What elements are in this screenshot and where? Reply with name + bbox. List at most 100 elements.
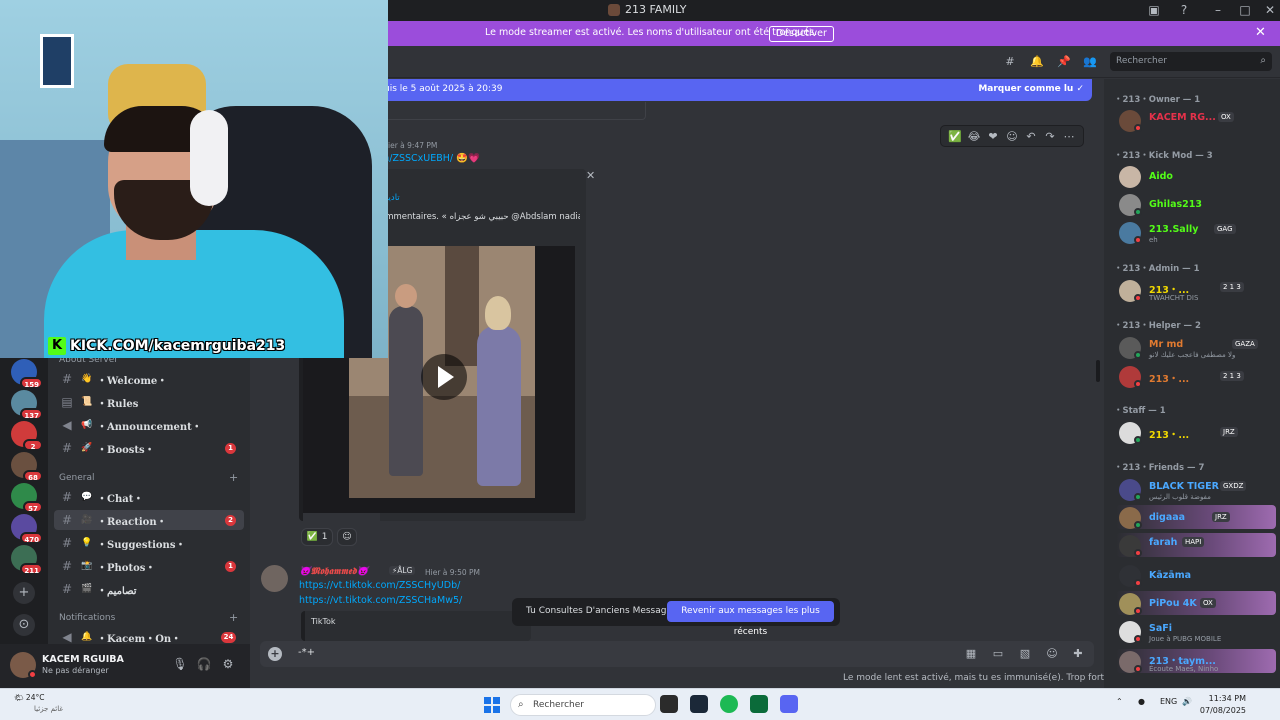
gear-icon[interactable]: ⚙ (220, 656, 236, 672)
message-composer[interactable]: + -*+ ▦ ▭ ▧ ☺ ✚ (260, 641, 1094, 667)
add-reaction-icon[interactable]: ☺ (1004, 130, 1020, 143)
channel-designs[interactable]: # 🎬 ・تصاميم (54, 579, 244, 599)
channel-announcement[interactable]: ◀ 📢 ・Announcement・ (54, 415, 244, 435)
server-icon-3[interactable]: 2 (11, 421, 43, 451)
heart-reaction-icon[interactable]: ❤ (985, 130, 1001, 143)
embed-close-icon[interactable]: ✕ (586, 169, 595, 182)
channel-emoji: 📜 (81, 397, 93, 407)
add-channel-icon[interactable]: + (229, 611, 238, 624)
channel-rules[interactable]: ▤ 📜 ・Rules (54, 392, 244, 412)
member-farah[interactable]: farah HAPI (1116, 533, 1276, 557)
server-icon-5[interactable]: 57 (11, 483, 43, 513)
server-icon-6[interactable]: 470 (11, 514, 43, 544)
add-reaction-button[interactable]: ☺ (337, 528, 357, 546)
check-reaction-icon[interactable]: ✅ (947, 130, 963, 143)
add-channel-icon[interactable]: + (229, 471, 238, 484)
member-helper-2[interactable]: 213・... 2 1 3 (1116, 364, 1276, 388)
language-indicator[interactable]: ENG (1160, 697, 1177, 706)
jump-to-present-button[interactable]: Revenir aux messages les plus récents (667, 601, 834, 637)
headphones-icon[interactable]: 🎧 (196, 656, 212, 672)
members-icon[interactable]: 👥 (1082, 54, 1098, 70)
discover-icon[interactable]: ⊙ (13, 614, 35, 636)
start-button[interactable] (484, 697, 500, 713)
composer-text[interactable]: -*+ (298, 647, 315, 658)
threads-icon[interactable]: # (1002, 54, 1018, 70)
reaction-check[interactable]: ✅ 1 (301, 528, 333, 546)
message-author[interactable]: 👿𝕸𝖔𝖍𝖆𝖒𝖒𝖊𝖉👿 (299, 566, 368, 577)
file-explorer-icon[interactable] (660, 695, 678, 713)
new-messages-bar[interactable]: uis le 5 août 2025 à 20:39 Marquer comme… (380, 79, 1092, 101)
forward-icon[interactable]: ↷ (1042, 130, 1058, 143)
reply-icon[interactable]: ↶ (1023, 130, 1039, 143)
inbox-icon[interactable]: ▣ (1146, 2, 1162, 18)
server-icon-7[interactable]: 211 (11, 545, 43, 575)
banner-close-icon[interactable]: ✕ (1255, 25, 1266, 40)
scrollbar[interactable] (1094, 102, 1102, 642)
emoji-icon[interactable]: ☺ (1044, 646, 1060, 662)
upload-plus-icon[interactable]: + (268, 647, 282, 661)
spotify-icon[interactable] (720, 695, 738, 713)
gif-icon[interactable]: ▭ (990, 646, 1006, 662)
close-window-icon[interactable]: ✕ (1262, 2, 1278, 18)
weather-widget[interactable]: 🌤 24°C (14, 693, 44, 702)
search-input[interactable]: Rechercher ⌕ (1110, 52, 1272, 71)
channel-boosts[interactable]: # 🚀 ・Boosts・ 1 (54, 438, 244, 458)
channel-photos[interactable]: # 📸 ・Photos・ 1 (54, 556, 244, 576)
channel-reaction[interactable]: # 🎥 ・Reaction・ 2 (54, 510, 244, 530)
disable-streamer-button[interactable]: Désactiver (769, 26, 834, 42)
clock-time[interactable]: 11:34 PM (1196, 694, 1246, 703)
member-ghilas[interactable]: Ghilas213 (1116, 192, 1276, 216)
app-icon[interactable] (750, 695, 768, 713)
message-link[interactable]: m/ZSSCxUEBH/ 🤩💗 (380, 153, 480, 164)
clock-date[interactable]: 07/08/2025 (1196, 706, 1246, 715)
member-aido[interactable]: Aido (1116, 164, 1276, 188)
member-kazama[interactable]: Kāzāma (1116, 563, 1276, 587)
minimize-icon[interactable]: – (1210, 2, 1226, 18)
member-digaaa[interactable]: digaaa JRZ (1116, 505, 1276, 529)
play-icon[interactable] (421, 354, 467, 400)
member-pipou[interactable]: PiPou 4K OX (1116, 591, 1276, 615)
member-sally[interactable]: 213.Sally GAG eh (1116, 220, 1276, 244)
avatar[interactable] (261, 565, 288, 592)
laugh-reaction-icon[interactable]: 😂 (966, 130, 982, 143)
taskbar-search[interactable]: ⌕ Rechercher (510, 694, 656, 716)
member-black-tiger[interactable]: BLACK TIGER GXDZ مفوضة قلوب الرئيس (1116, 477, 1276, 501)
message-link[interactable]: https://vt.tiktok.com/ZSSCHaMw5/ (299, 595, 462, 606)
window-title: 213 FAMILY (608, 3, 686, 16)
gift-icon[interactable]: ▦ (963, 646, 979, 662)
sticker-icon[interactable]: ▧ (1017, 646, 1033, 662)
tray-app-icon[interactable]: ● (1138, 697, 1145, 706)
add-server-button[interactable]: + (13, 582, 35, 604)
member-admin[interactable]: 213・... 2 1 3 TWAHCHT DIS (1116, 278, 1276, 302)
category-general[interactable]: General (59, 473, 94, 483)
steam-icon[interactable] (690, 695, 708, 713)
bell-icon[interactable]: 🔔 (1029, 54, 1045, 70)
help-icon[interactable]: ? (1176, 2, 1192, 18)
message-link[interactable]: https://vt.tiktok.com/ZSSCHyUDb/ (299, 580, 460, 591)
hash-icon: # (61, 490, 73, 504)
microphone-icon[interactable]: 🎙 (172, 656, 188, 672)
maximize-icon[interactable]: □ (1237, 2, 1253, 18)
pin-icon[interactable]: 📌 (1056, 54, 1072, 70)
server-icon-1[interactable]: 159 (11, 359, 43, 389)
volume-icon[interactable]: 🔊 (1182, 697, 1192, 706)
discord-window: 213 FAMILY ▣ ? – □ ✕ Le mode streamer es… (0, 0, 1280, 720)
discord-icon[interactable] (780, 695, 798, 713)
server-icon-4[interactable]: 68 (11, 452, 43, 482)
server-icon-2[interactable]: 137 (11, 390, 43, 420)
scrollbar-thumb[interactable] (1096, 360, 1100, 382)
member-safi[interactable]: SaFi Joue à PUBG MOBILE (1116, 619, 1276, 643)
channel-welcome[interactable]: # 👋 ・Welcome・ (54, 369, 244, 389)
member-taym[interactable]: 213・taym... Écoute Maes, Ninho (1116, 649, 1276, 673)
member-mrmd[interactable]: Mr md GAZA ولا مصطفى فاعجب عليك لانو (1116, 335, 1276, 359)
server-tag[interactable]: ⚡ÅLG (389, 566, 416, 575)
tray-expand-icon[interactable]: ⌃ (1116, 697, 1123, 706)
game-icon[interactable]: ✚ (1070, 646, 1086, 662)
member-owner[interactable]: KACEM RG... OX (1116, 108, 1276, 132)
category-notifications[interactable]: Notifications (59, 613, 115, 623)
member-staff[interactable]: 213・... JRZ (1116, 420, 1276, 444)
channel-suggestions[interactable]: # 💡 ・Suggestions・ (54, 533, 244, 553)
mark-as-read-button[interactable]: Marquer comme lu ✓ (978, 84, 1084, 94)
more-icon[interactable]: ⋯ (1061, 130, 1077, 143)
channel-chat[interactable]: # 💬 ・Chat・ (54, 487, 244, 507)
